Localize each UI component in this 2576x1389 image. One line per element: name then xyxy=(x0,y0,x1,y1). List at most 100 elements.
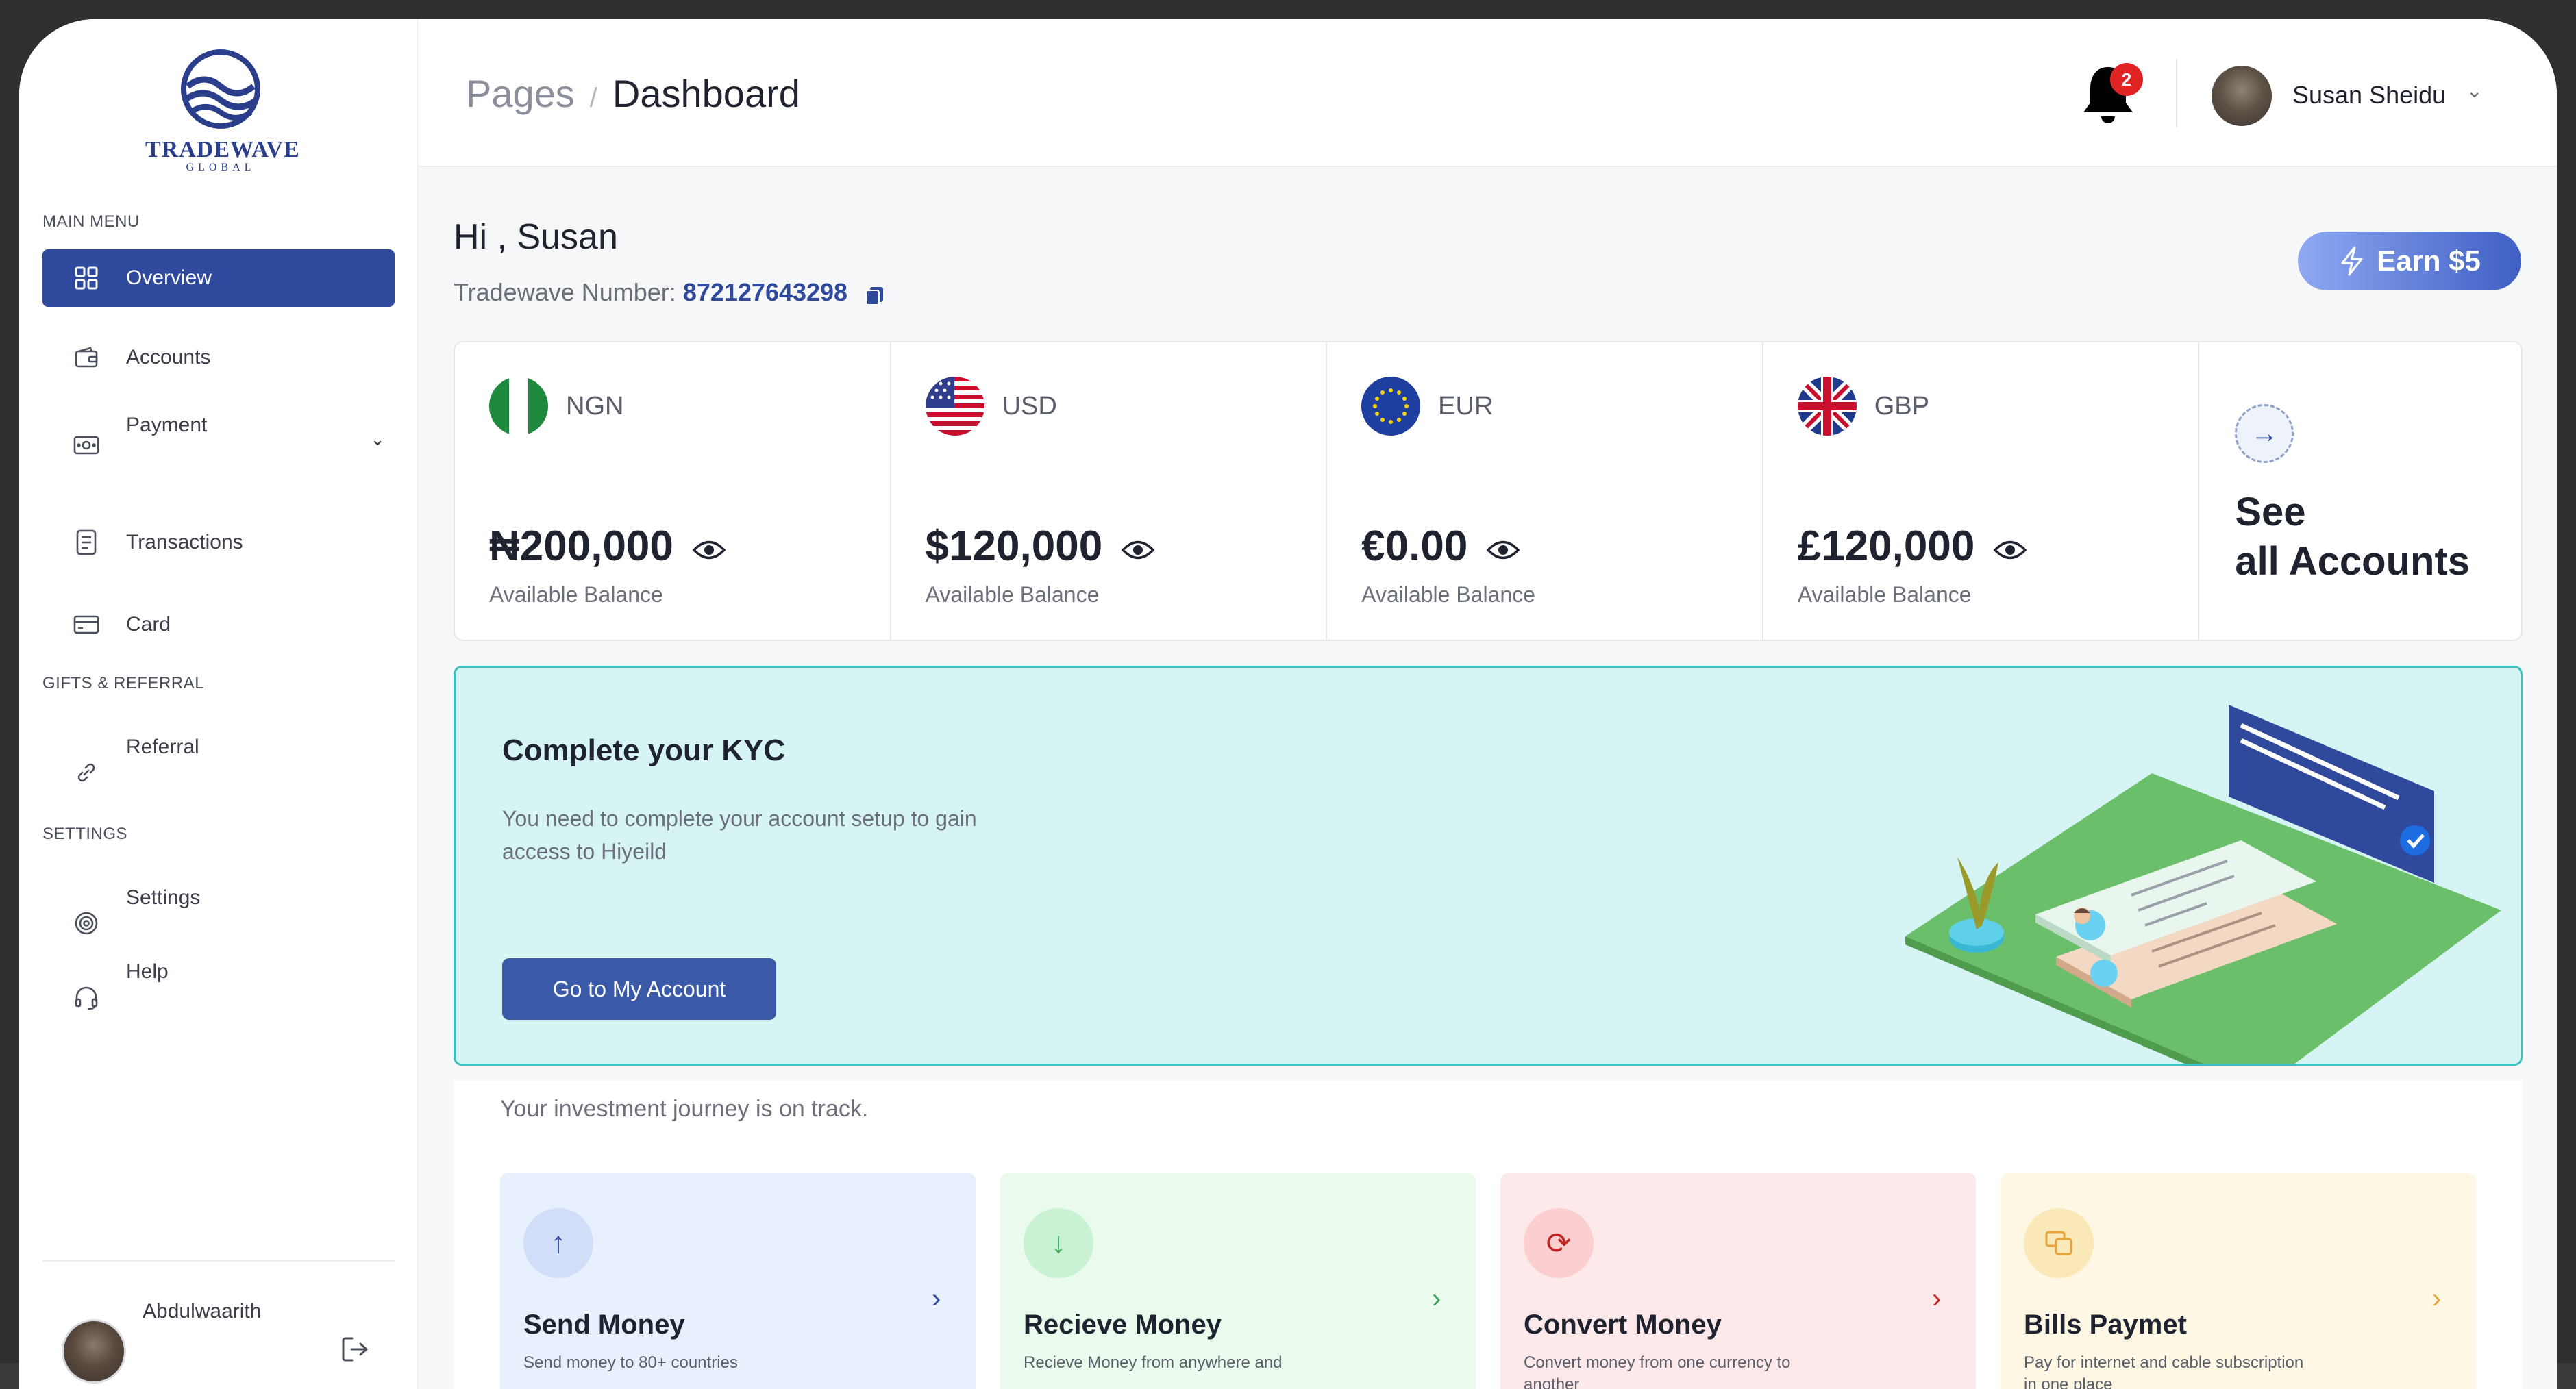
see-all-accounts-card[interactable]: → See all Accounts xyxy=(2199,342,2521,640)
sidebar-item-overview[interactable]: Overview xyxy=(42,249,395,307)
uk-flag-icon xyxy=(1797,377,1857,436)
receipt-icon xyxy=(73,529,100,556)
sidebar-item-referral[interactable]: Referral xyxy=(42,725,395,782)
account-card-eur[interactable]: EUR €0.00 Available Balance xyxy=(1327,342,1763,640)
balance-amount: $120,000 xyxy=(926,522,1155,571)
bills-payment-title: Bills Paymet xyxy=(2024,1310,2187,1340)
sidebar-item-label: Referral xyxy=(126,736,199,758)
sidebar-item-label: Card xyxy=(126,613,171,636)
balance-amount: €0.00 xyxy=(1361,522,1520,571)
sidebar-divider xyxy=(42,1260,395,1262)
sidebar-user-name: Abdulwaarith xyxy=(143,1300,262,1323)
sidebar-item-label: Payment xyxy=(126,414,208,436)
notification-badge: 2 xyxy=(2110,63,2143,96)
receive-money-title: Recieve Money xyxy=(1024,1310,1222,1340)
main-menu-label: MAIN MENU xyxy=(42,212,140,231)
balance-caption: Available Balance xyxy=(925,582,1100,607)
bills-payment-card[interactable]: Bills Paymet Pay for internet and cable … xyxy=(2001,1173,2476,1389)
device-frame: TRADEWAVE GLOBAL MAIN MENU Overview Acco… xyxy=(0,0,2576,1389)
investment-status-text: Your investment journey is on track. xyxy=(500,1096,869,1122)
sidebar-item-transactions[interactable]: Transactions xyxy=(42,514,395,571)
tradewave-number: 872127643298 xyxy=(682,278,848,306)
avatar[interactable] xyxy=(62,1319,126,1384)
logo-subtitle: GLOBAL xyxy=(186,162,256,173)
go-to-my-account-button[interactable]: Go to My Account xyxy=(502,958,776,1020)
page-title: Dashboard xyxy=(612,72,800,115)
chevron-down-icon[interactable]: ⌄ xyxy=(2466,79,2482,102)
tradewave-logo[interactable]: TRADEWAVE GLOBAL xyxy=(145,47,300,177)
sidebar-item-card[interactable]: Card xyxy=(42,596,395,653)
quick-actions-section: Your investment journey is on track. ↑ S… xyxy=(454,1081,2523,1389)
settings-section-label: SETTINGS xyxy=(42,825,128,843)
balance-caption: Available Balance xyxy=(489,582,663,607)
balance-value: ₦200,000 xyxy=(489,523,673,570)
balance-value: £120,000 xyxy=(1797,523,1975,570)
breadcrumb: Pages / Dashboard xyxy=(466,71,800,116)
avatar[interactable] xyxy=(2212,66,2272,126)
link-icon xyxy=(73,759,100,786)
lightning-icon xyxy=(2341,246,2363,276)
account-card-gbp[interactable]: GBP £120,000 Available Balance xyxy=(1763,342,2200,640)
breadcrumb-separator: / xyxy=(589,83,597,113)
bills-payment-desc: Pay for internet and cable subscription … xyxy=(2024,1353,2304,1389)
tradewave-number-row: Tradewave Number: 872127643298 xyxy=(454,278,884,307)
gear-icon xyxy=(73,910,100,937)
chevron-right-icon[interactable]: › xyxy=(932,1284,941,1314)
chevron-down-icon[interactable]: ⌄ xyxy=(370,429,385,450)
arrow-right-icon[interactable]: → xyxy=(2235,404,2294,463)
cash-icon xyxy=(73,431,100,459)
sidebar: TRADEWAVE GLOBAL MAIN MENU Overview Acco… xyxy=(19,19,418,1389)
logo-wordmark: TRADEWAVE xyxy=(145,137,300,162)
sidebar-item-label: Overview xyxy=(126,266,212,289)
tradewave-number-label: Tradewave Number: xyxy=(454,278,676,306)
currency-code: GBP xyxy=(1874,392,1929,421)
account-card-usd[interactable]: USD $120,000 Available Balance xyxy=(891,342,1328,640)
sidebar-item-label: Settings xyxy=(126,886,201,909)
logout-icon[interactable] xyxy=(340,1334,370,1364)
chevron-right-icon[interactable]: › xyxy=(2432,1284,2441,1314)
send-money-desc: Send money to 80+ countries xyxy=(523,1353,738,1372)
convert-money-card[interactable]: ⟳ Convert Money Convert money from one c… xyxy=(1500,1173,1976,1389)
earn-button[interactable]: Earn $5 xyxy=(2298,232,2521,290)
balance-amount: ₦200,000 xyxy=(489,522,726,571)
send-money-card[interactable]: ↑ Send Money Send money to 80+ countries… xyxy=(500,1173,976,1389)
headset-icon xyxy=(73,984,100,1011)
account-cards: NGN ₦200,000 Available Balance USD $120,… xyxy=(454,341,2523,641)
balance-amount: £120,000 xyxy=(1798,522,2027,571)
receive-money-card[interactable]: ↓ Recieve Money Recieve Money from anywh… xyxy=(1000,1173,1476,1389)
eye-icon[interactable] xyxy=(1121,522,1155,571)
usa-flag-icon xyxy=(925,377,984,436)
kyc-description: You need to complete your account setup … xyxy=(502,806,977,864)
currency-code: EUR xyxy=(1438,392,1494,421)
eye-icon[interactable] xyxy=(1486,522,1520,571)
currency-code: NGN xyxy=(566,392,624,421)
logo-waves-icon xyxy=(181,49,260,129)
kyc-banner: Complete your KYC You need to complete y… xyxy=(454,666,2523,1066)
user-name[interactable]: Susan Sheidu xyxy=(2292,81,2446,110)
sidebar-item-label: Help xyxy=(126,960,169,983)
greeting: Hi , Susan xyxy=(454,217,618,257)
earn-label: Earn $5 xyxy=(2377,245,2481,277)
sidebar-item-help[interactable]: Help xyxy=(42,949,395,1010)
sidebar-item-settings[interactable]: Settings xyxy=(42,875,395,935)
account-card-ngn[interactable]: NGN ₦200,000 Available Balance xyxy=(455,342,891,640)
breadcrumb-root[interactable]: Pages xyxy=(466,72,575,115)
top-header: Pages / Dashboard 2 Susan Sheidu ⌄ xyxy=(418,19,2557,167)
devices-icon xyxy=(2024,1208,2094,1278)
convert-money-desc: Convert money from one currency to anoth… xyxy=(1524,1353,1791,1389)
eu-flag-icon xyxy=(1361,377,1421,436)
sidebar-item-accounts[interactable]: Accounts xyxy=(42,329,395,386)
eye-icon[interactable] xyxy=(692,522,726,571)
credit-card-icon xyxy=(73,611,100,638)
header-divider xyxy=(2176,59,2177,127)
eye-icon[interactable] xyxy=(1993,522,2027,571)
chevron-right-icon[interactable]: › xyxy=(1932,1284,1941,1314)
copy-icon[interactable] xyxy=(864,284,884,306)
sidebar-item-payment[interactable]: Payment ⌄ xyxy=(42,403,395,460)
refresh-icon: ⟳ xyxy=(1524,1208,1594,1278)
see-all-line1: See xyxy=(2235,490,2306,534)
gifts-referral-label: GIFTS & REFERRAL xyxy=(42,674,205,692)
see-all-accounts-link[interactable]: See all Accounts xyxy=(2235,488,2470,586)
chevron-right-icon[interactable]: › xyxy=(1432,1284,1441,1314)
sidebar-item-label: Accounts xyxy=(126,346,211,368)
